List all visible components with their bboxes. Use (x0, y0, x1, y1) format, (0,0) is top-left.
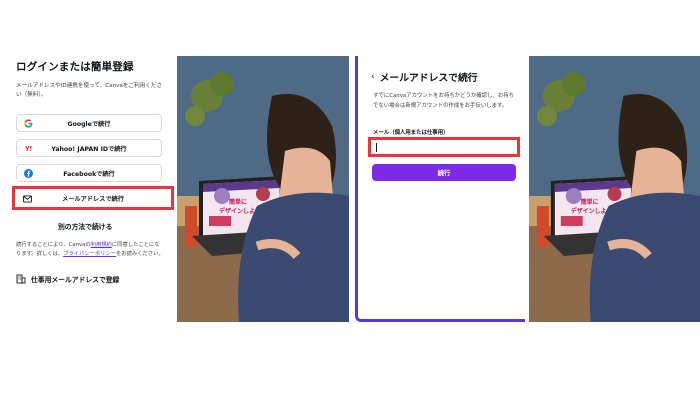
email-field[interactable] (371, 140, 517, 154)
yahoo-icon: Y! (24, 144, 33, 153)
back-arrow-icon[interactable]: ‹ (371, 72, 375, 82)
promo-photo-right: 簡単に デザインしよう (529, 56, 700, 322)
email-step-title: メールアドレスで続行 (379, 73, 478, 84)
privacy-policy-link[interactable]: プライバシーポリシー (63, 251, 116, 257)
facebook-icon (24, 169, 33, 178)
terms-text-part: をお読みください。 (116, 251, 164, 257)
yahoo-continue-button[interactable]: Y! Yahoo! JAPAN IDで続行 (16, 139, 162, 157)
yahoo-continue-label: Yahoo! JAPAN IDで続行 (51, 145, 127, 153)
email-field-label: メール（個人用または仕事用） (373, 130, 449, 136)
email-continue-button[interactable]: メールアドレスで続行 (12, 186, 174, 210)
promo-photo-left: 簡単に デザインしよう (177, 56, 349, 322)
terms-text-part: 続行することにより、Canvaの (16, 242, 91, 248)
login-panel: ログインまたは簡単登録 メールアドレスやID連携を使って、Canvaをご利用くだ… (10, 60, 170, 100)
terms-of-use-link[interactable]: 利用規約 (91, 242, 112, 248)
other-methods-link[interactable]: 別の方法で続ける (58, 221, 112, 231)
login-title: ログインまたは簡単登録 (16, 61, 134, 73)
google-icon (24, 119, 33, 128)
photo-screen-text: 簡単に (228, 198, 247, 206)
svg-text:Y!: Y! (25, 144, 32, 153)
terms-text: 続行することにより、Canvaの利用規約に同意したことになります。詳しくは、プラ… (16, 241, 164, 259)
continue-button[interactable]: 続行 (372, 164, 516, 181)
email-field-wrapper (368, 137, 520, 157)
facebook-continue-label: Facebookで続行 (63, 170, 115, 178)
work-email-signup-label: 仕事用メールアドレスで登録 (31, 276, 120, 284)
photo-screen-text: 簡単に (580, 198, 599, 206)
email-step-panel: ‹ メールアドレスで続行 すでにCanvaアカウントをお持ちかどうか確認し、お持… (355, 56, 525, 322)
facebook-continue-button[interactable]: Facebookで続行 (16, 164, 162, 182)
building-icon (16, 274, 26, 284)
email-step-header: ‹ メールアドレスで続行 (371, 70, 478, 84)
google-continue-button[interactable]: Googleで続行 (16, 114, 162, 132)
email-step-description: すでにCanvaアカウントをお持ちかどうか確認し、お持ちでない場合は新規アカウン… (373, 93, 515, 109)
work-email-signup-link[interactable]: 仕事用メールアドレスで登録 (16, 274, 119, 284)
email-continue-label: メールアドレスで続行 (62, 195, 124, 203)
google-continue-label: Googleで続行 (67, 120, 111, 128)
login-description: メールアドレスやID連携を使って、Canvaをご利用ください（無料）。 (16, 83, 163, 98)
envelope-icon (23, 194, 32, 203)
